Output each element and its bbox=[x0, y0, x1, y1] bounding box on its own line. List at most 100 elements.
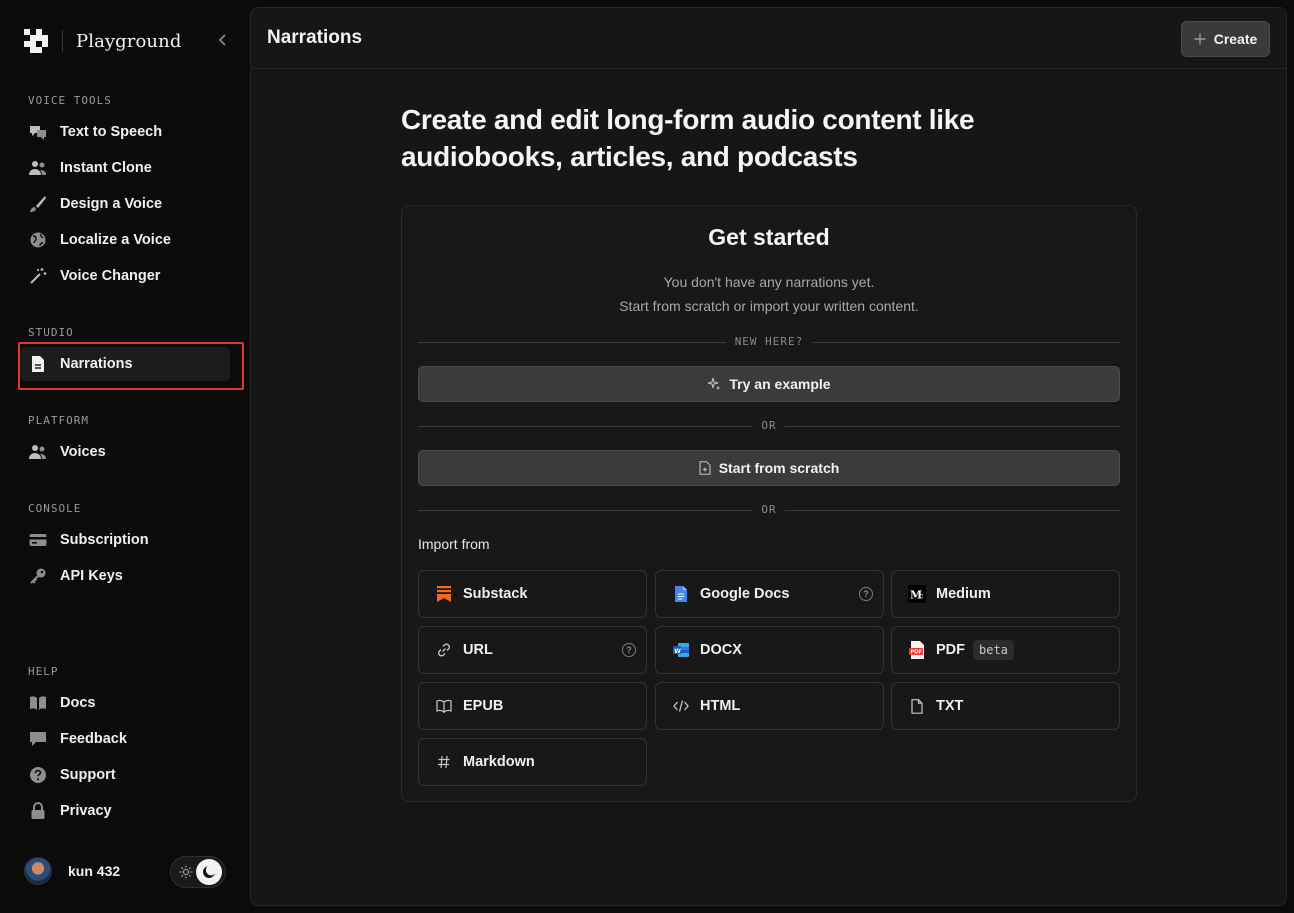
import-epub[interactable]: EPUB bbox=[418, 682, 647, 730]
create-button-label: Create bbox=[1213, 31, 1258, 47]
substack-icon bbox=[435, 585, 453, 603]
sidebar-item-label: Narrations bbox=[60, 356, 133, 372]
sidebar-item-label: Feedback bbox=[60, 731, 127, 747]
tile-label: EPUB bbox=[463, 698, 504, 714]
tile-label: URL bbox=[463, 642, 493, 658]
try-example-label: Try an example bbox=[729, 376, 831, 392]
brand-logo-icon bbox=[24, 29, 48, 53]
sidebar-item-label: Design a Voice bbox=[60, 196, 163, 212]
tile-label: HTML bbox=[700, 698, 741, 714]
import-medium[interactable]: Mc Medium bbox=[891, 570, 1120, 618]
users-icon bbox=[28, 442, 48, 462]
import-pdf[interactable]: PDF PDF beta bbox=[891, 626, 1120, 674]
sidebar-item-label: API Keys bbox=[60, 568, 123, 584]
sidebar-item-text-to-speech[interactable]: Text to Speech bbox=[20, 115, 230, 149]
divider-or-2: OR bbox=[418, 503, 1120, 517]
magic-wand-icon bbox=[28, 266, 48, 286]
sidebar-item-design-a-voice[interactable]: Design a Voice bbox=[20, 187, 230, 221]
sidebar-item-instant-clone[interactable]: Instant Clone bbox=[20, 151, 230, 185]
code-icon bbox=[672, 697, 690, 715]
import-markdown[interactable]: Markdown bbox=[418, 738, 647, 786]
svg-text:c: c bbox=[919, 592, 924, 601]
sidebar-item-narrations[interactable]: Narrations bbox=[20, 347, 230, 381]
sidebar-item-subscription[interactable]: Subscription bbox=[20, 523, 230, 557]
speech-bubbles-icon bbox=[28, 122, 48, 142]
sidebar-item-feedback[interactable]: Feedback bbox=[20, 722, 230, 756]
create-button[interactable]: Create bbox=[1181, 21, 1270, 57]
link-icon bbox=[435, 641, 453, 659]
collapse-sidebar-button[interactable] bbox=[214, 30, 232, 50]
sidebar-item-label: Instant Clone bbox=[60, 160, 152, 176]
section-title-console: CONSOLE bbox=[28, 502, 82, 515]
import-docx[interactable]: W DOCX bbox=[655, 626, 884, 674]
tile-label: Google Docs bbox=[700, 586, 790, 602]
word-icon: W bbox=[672, 641, 690, 659]
svg-text:W: W bbox=[674, 648, 681, 655]
section-title-voice-tools: VOICE TOOLS bbox=[28, 94, 112, 107]
moon-knob bbox=[196, 859, 222, 885]
question-icon bbox=[28, 765, 48, 785]
sidebar-item-voices[interactable]: Voices bbox=[20, 435, 230, 469]
book-icon bbox=[28, 693, 48, 713]
sidebar-item-label: Localize a Voice bbox=[60, 232, 171, 248]
tile-label: TXT bbox=[936, 698, 964, 714]
users-icon bbox=[28, 158, 48, 178]
open-book-icon bbox=[435, 697, 453, 715]
beta-badge: beta bbox=[973, 640, 1014, 660]
sparkles-icon bbox=[707, 377, 721, 391]
brand[interactable]: Playground bbox=[24, 28, 181, 54]
topbar: Narrations Create bbox=[251, 8, 1286, 69]
import-url[interactable]: URL ? bbox=[418, 626, 647, 674]
key-icon bbox=[28, 566, 48, 586]
sidebar-item-privacy[interactable]: Privacy bbox=[20, 794, 230, 828]
tile-label: PDF bbox=[936, 642, 965, 658]
svg-text:PDF: PDF bbox=[911, 650, 923, 656]
document-icon bbox=[28, 354, 48, 374]
start-from-scratch-button[interactable]: Start from scratch bbox=[418, 450, 1120, 486]
chat-icon bbox=[28, 729, 48, 749]
moon-icon bbox=[202, 866, 215, 879]
import-txt[interactable]: TXT bbox=[891, 682, 1120, 730]
user-profile[interactable]: kun 432 bbox=[24, 857, 120, 885]
import-google-docs[interactable]: Google Docs ? bbox=[655, 570, 884, 618]
tile-label: Medium bbox=[936, 586, 991, 602]
avatar bbox=[24, 857, 52, 885]
help-icon[interactable]: ? bbox=[859, 587, 873, 601]
main-panel: Narrations Create Create and edit long-f… bbox=[250, 7, 1287, 906]
import-substack[interactable]: Substack bbox=[418, 570, 647, 618]
chevron-left-icon bbox=[218, 34, 226, 46]
file-icon bbox=[908, 697, 926, 715]
sidebar: Playground VOICE TOOLS Text to Speech In… bbox=[0, 0, 250, 913]
sidebar-item-localize-a-voice[interactable]: Localize a Voice bbox=[20, 223, 230, 257]
import-from-label: Import from bbox=[418, 536, 490, 552]
sidebar-item-label: Docs bbox=[60, 695, 96, 711]
card-title: Get started bbox=[708, 224, 830, 250]
sidebar-item-label: Voice Changer bbox=[60, 268, 161, 284]
user-name: kun 432 bbox=[68, 863, 121, 879]
sidebar-item-label: Voices bbox=[60, 444, 106, 460]
card-subtitle-line2: Start from scratch or import your writte… bbox=[619, 298, 919, 314]
google-docs-icon bbox=[672, 585, 690, 603]
headline: Create and edit long-form audio content … bbox=[401, 104, 975, 172]
help-icon[interactable]: ? bbox=[622, 643, 636, 657]
brush-icon bbox=[28, 194, 48, 214]
start-from-scratch-label: Start from scratch bbox=[718, 460, 840, 476]
sidebar-item-label: Subscription bbox=[60, 532, 149, 548]
brand-separator bbox=[62, 30, 63, 52]
import-html[interactable]: HTML bbox=[655, 682, 884, 730]
hash-icon bbox=[435, 753, 453, 771]
tile-label: Substack bbox=[463, 586, 528, 602]
medium-icon: Mc bbox=[908, 585, 926, 603]
tile-label: Markdown bbox=[463, 754, 535, 770]
sidebar-item-api-keys[interactable]: API Keys bbox=[20, 559, 230, 593]
sidebar-item-support[interactable]: Support bbox=[20, 758, 230, 792]
card-subtitle-line1: You don't have any narrations yet. bbox=[663, 274, 875, 290]
credit-card-icon bbox=[28, 530, 48, 550]
try-example-button[interactable]: Try an example bbox=[418, 366, 1120, 402]
section-title-help: HELP bbox=[28, 665, 59, 678]
sidebar-item-voice-changer[interactable]: Voice Changer bbox=[20, 259, 230, 293]
theme-toggle[interactable] bbox=[170, 856, 226, 888]
page-title: Narrations bbox=[267, 27, 363, 48]
sidebar-item-docs[interactable]: Docs bbox=[20, 686, 230, 720]
sidebar-item-label: Text to Speech bbox=[60, 124, 163, 140]
